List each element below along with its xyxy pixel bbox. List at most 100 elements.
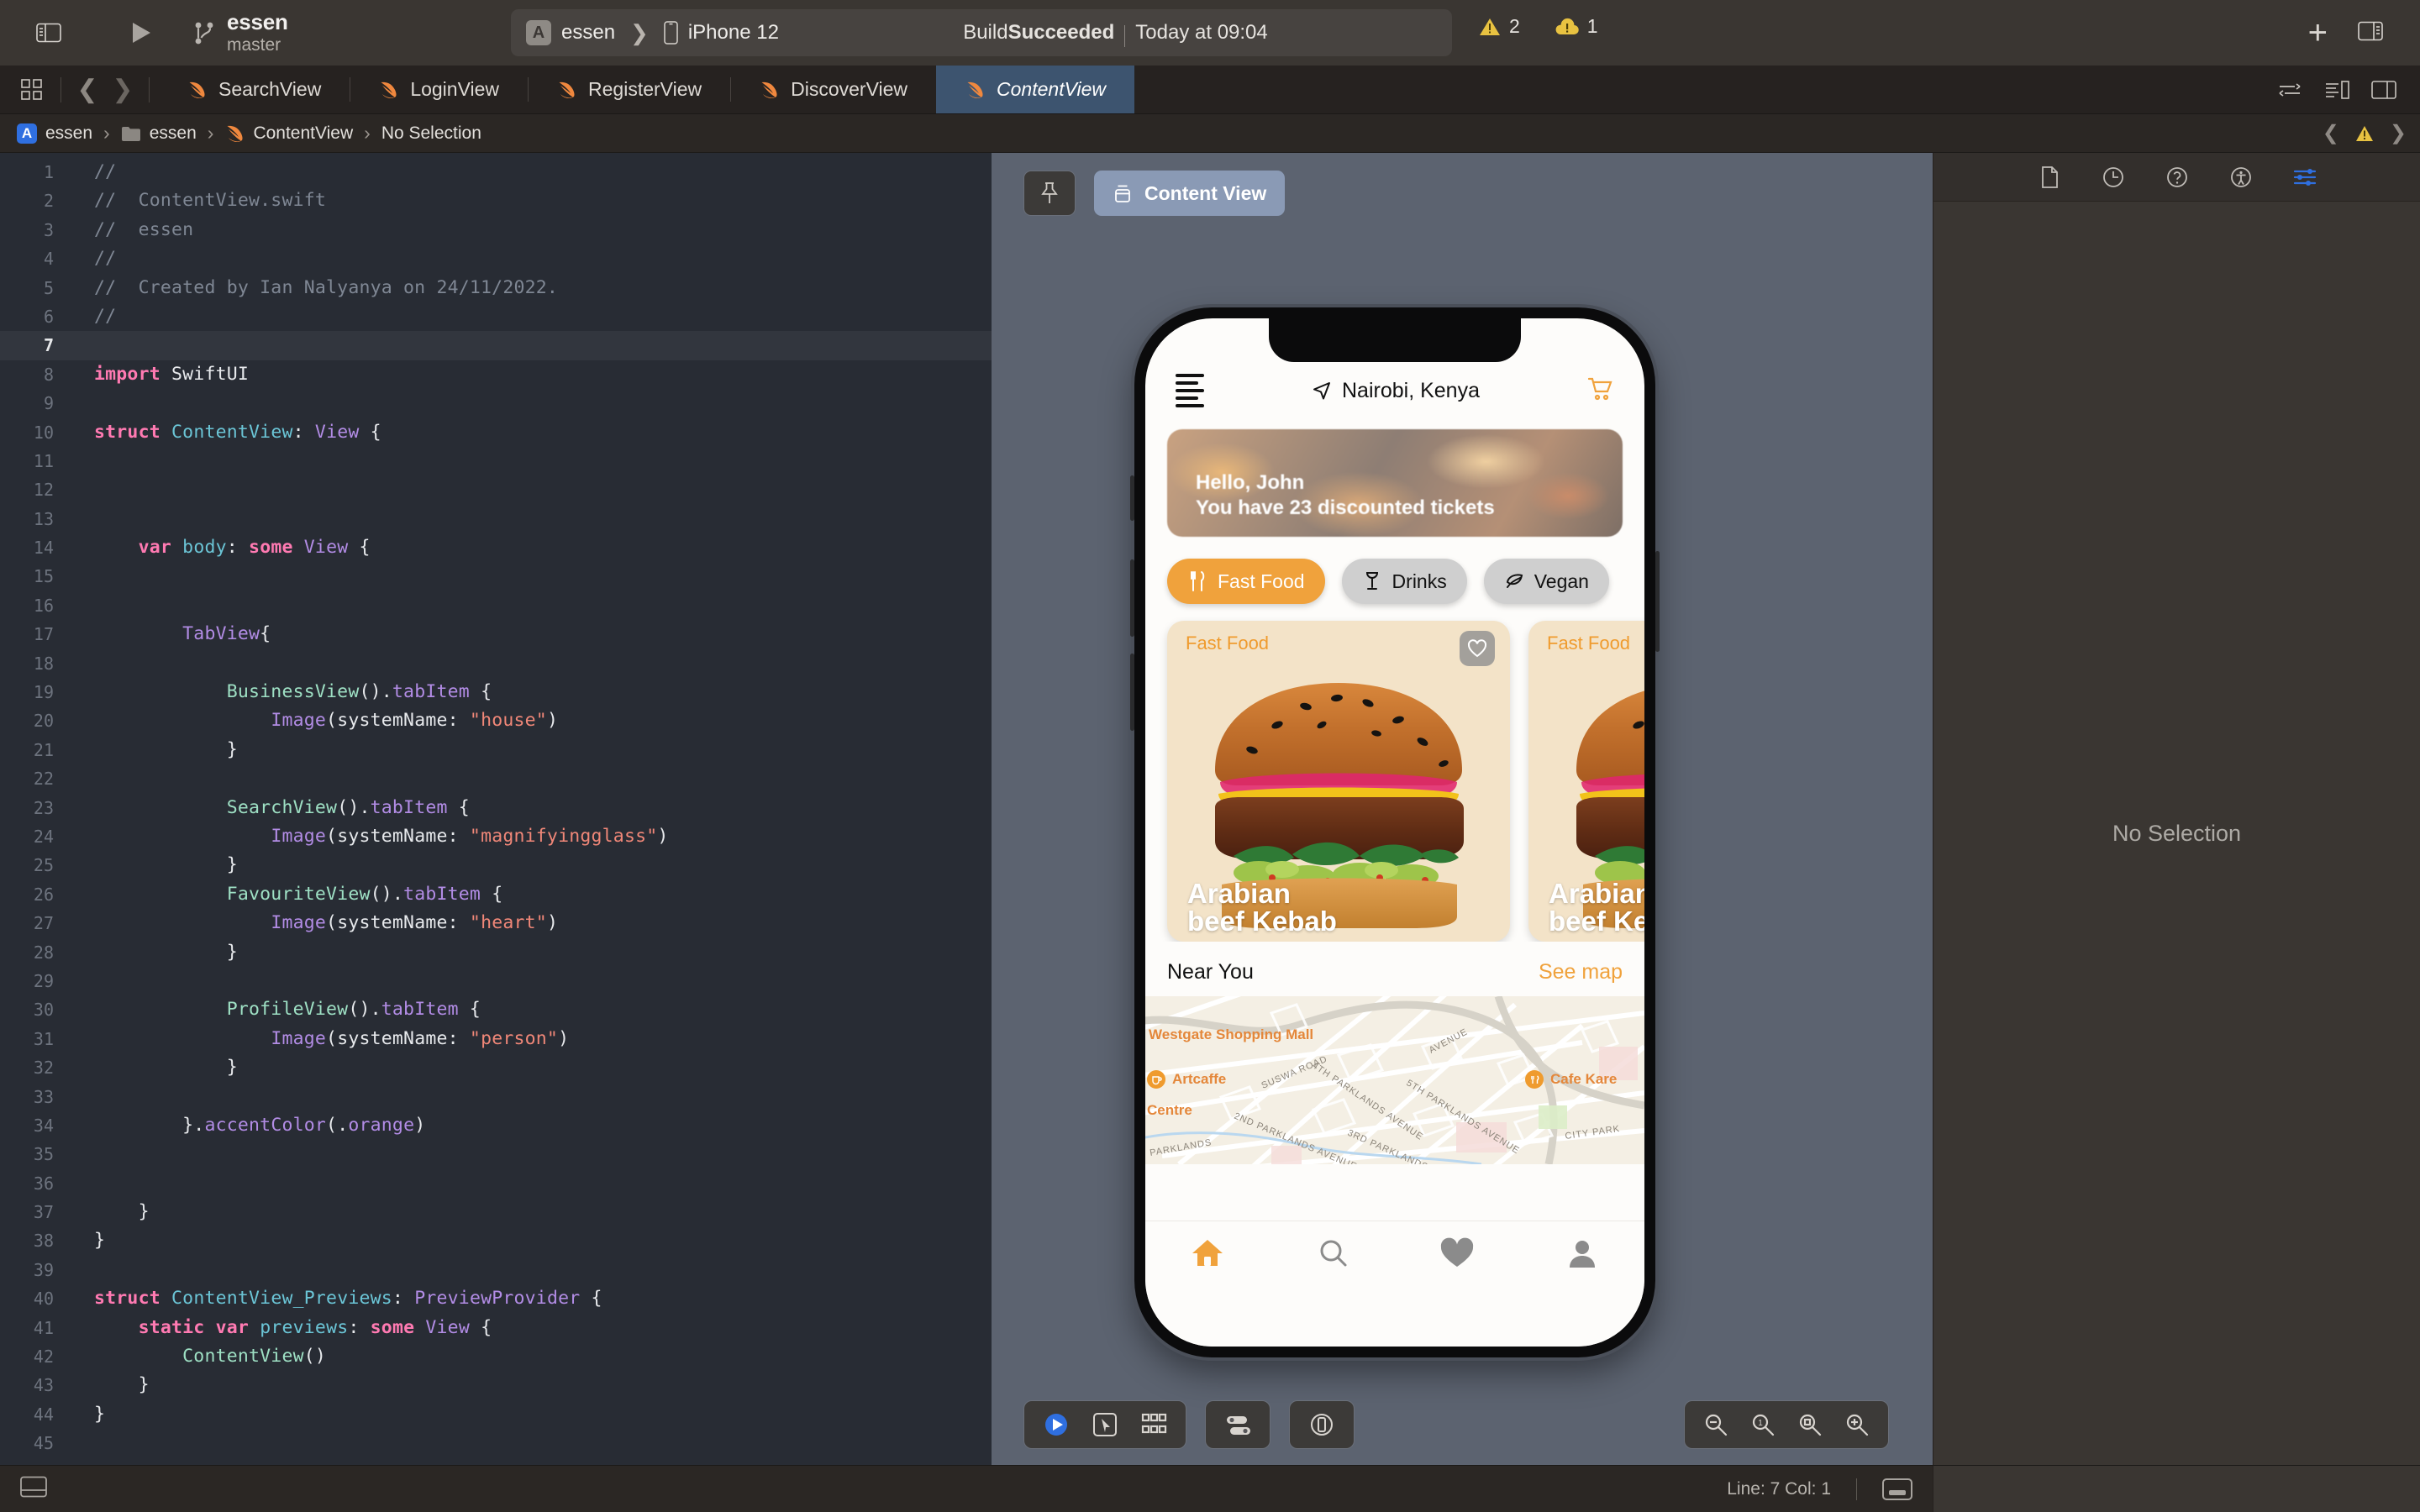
code-line[interactable]: 5 // Created by Ian Nalyanya on 24/11/202… xyxy=(0,274,992,302)
zoom-in-icon[interactable] xyxy=(1844,1412,1870,1437)
code-line[interactable]: 2 // ContentView.swift xyxy=(0,186,992,215)
attributes-inspector-icon[interactable] xyxy=(2292,165,2317,190)
code-line[interactable]: 6 // xyxy=(0,302,992,331)
code-line[interactable]: 13 xyxy=(0,505,992,533)
food-card-list[interactable]: Fast Food Arabian beef Kebab Fast Food A… xyxy=(1145,604,1644,942)
map-poi-westgate[interactable]: Westgate Shopping Mall xyxy=(1149,1026,1313,1043)
warning-triangle-icon[interactable] xyxy=(2354,124,2375,143)
editor-tab-contentview[interactable]: ContentView xyxy=(936,66,1135,113)
map-poi-cafe-kare[interactable]: Cafe Kare xyxy=(1525,1070,1617,1089)
editor-tab-discoverview[interactable]: DiscoverView xyxy=(730,66,936,113)
code-line[interactable]: 8 import SwiftUI xyxy=(0,360,992,389)
accessibility-inspector-icon[interactable] xyxy=(2228,165,2254,190)
code-line[interactable]: 15 xyxy=(0,562,992,591)
map-preview[interactable]: SUSWA ROAD 4TH PARKLANDS AVENUE 5TH PARK… xyxy=(1145,996,1644,1164)
food-card[interactable]: Fast Food xyxy=(1528,621,1644,942)
breadcrumb-item-file[interactable]: ContentView xyxy=(219,123,358,144)
code-line[interactable]: 1 // xyxy=(0,158,992,186)
zoom-actual-size-icon[interactable]: 1 xyxy=(1750,1412,1776,1437)
adjust-editor-icon[interactable] xyxy=(2269,71,2311,108)
issue-counter[interactable]: 1 xyxy=(1555,15,1598,38)
build-status[interactable]: Build Succeeded Today at 09:04 xyxy=(779,21,1452,47)
pin-preview-button[interactable] xyxy=(1023,171,1076,216)
device-settings-icon[interactable] xyxy=(1224,1411,1251,1438)
code-line[interactable]: 34 }.accentColor(.orange) xyxy=(0,1111,992,1140)
code-line[interactable]: 23 SearchView().tabItem { xyxy=(0,794,992,822)
zoom-to-fit-icon[interactable] xyxy=(1797,1412,1823,1437)
breadcrumb-item-selection[interactable]: No Selection xyxy=(376,123,487,144)
scheme-branch-group[interactable]: essen master xyxy=(193,10,288,55)
promo-banner[interactable]: Hello, John You have 23 discounted ticke… xyxy=(1167,429,1623,537)
code-line[interactable]: 39 xyxy=(0,1256,992,1284)
code-line[interactable]: 16 xyxy=(0,591,992,620)
code-line[interactable]: 37 } xyxy=(0,1198,992,1226)
minimap-icon[interactable] xyxy=(2316,71,2358,108)
device-preview-iphone[interactable]: Nairobi, Kenya Hello, John You have 23 d… xyxy=(1130,307,1660,1357)
code-lines[interactable]: 1 // 2 // ContentView.swift 3 // essen 4 // 5 // … xyxy=(0,153,992,1458)
navigate-back-icon[interactable]: ❮ xyxy=(70,75,105,104)
code-line[interactable]: 11 xyxy=(0,447,992,475)
breadcrumb-item-folder[interactable]: essen xyxy=(116,123,202,144)
navigate-forward-icon[interactable]: ❯ xyxy=(105,75,140,104)
device-screen[interactable]: Nairobi, Kenya Hello, John You have 23 d… xyxy=(1145,318,1644,1347)
code-line[interactable]: 38} xyxy=(0,1226,992,1255)
code-line[interactable]: 29 xyxy=(0,967,992,995)
keyboard-icon[interactable] xyxy=(1882,1478,1912,1500)
add-editor-icon[interactable] xyxy=(2363,71,2405,108)
code-line[interactable]: 18 xyxy=(0,649,992,678)
code-line[interactable]: 35 xyxy=(0,1140,992,1168)
code-line[interactable]: 10 struct ContentView: View { xyxy=(0,418,992,447)
code-line[interactable]: 44} xyxy=(0,1400,992,1429)
code-line[interactable]: 17 TabView{ xyxy=(0,620,992,648)
location-display[interactable]: Nairobi, Kenya xyxy=(1312,379,1480,403)
editor-tab-searchview[interactable]: SearchView xyxy=(158,66,350,113)
console-toggle[interactable] xyxy=(0,1476,47,1502)
quick-help-icon[interactable] xyxy=(2165,165,2190,190)
variants-grid-icon[interactable] xyxy=(1140,1411,1167,1438)
map-poi-centre[interactable]: Centre xyxy=(1147,1102,1192,1119)
editor-tab-loginview[interactable]: LoginView xyxy=(350,66,528,113)
code-line[interactable]: 19 BusinessView().tabItem { xyxy=(0,678,992,706)
code-line[interactable]: 27 Image(systemName: "heart") xyxy=(0,909,992,937)
code-line[interactable]: 7 xyxy=(0,331,992,360)
code-line[interactable]: 31 Image(systemName: "person") xyxy=(0,1025,992,1053)
tab-profile[interactable] xyxy=(1520,1236,1645,1270)
map-poi-artcaffe[interactable]: Artcaffe xyxy=(1147,1070,1226,1089)
code-line[interactable]: 45 xyxy=(0,1429,992,1457)
issue-prev-icon[interactable]: ❮ xyxy=(2323,121,2339,145)
history-inspector-icon[interactable] xyxy=(2101,165,2126,190)
scheme-destination-pill[interactable]: A essen ❯ iPhone 12 Build Succeeded Today… xyxy=(511,9,1452,56)
code-line[interactable]: 43 } xyxy=(0,1371,992,1399)
selectable-pointer-icon[interactable] xyxy=(1092,1411,1118,1438)
source-editor[interactable]: 1 // 2 // ContentView.swift 3 // essen 4 // 5 // … xyxy=(0,153,992,1465)
device-bezel-icon[interactable] xyxy=(1308,1411,1335,1438)
code-line[interactable]: 21 } xyxy=(0,736,992,764)
code-line[interactable]: 3 // essen xyxy=(0,216,992,244)
sidebar-right-toggle-icon[interactable] xyxy=(2358,21,2383,45)
breadcrumb-item-project[interactable]: A essen xyxy=(12,123,97,144)
zoom-out-icon[interactable] xyxy=(1703,1412,1728,1437)
category-chip-fast-food[interactable]: Fast Food xyxy=(1167,559,1325,604)
code-line[interactable]: 9 xyxy=(0,389,992,417)
code-line[interactable]: 26 FavouriteView().tabItem { xyxy=(0,880,992,909)
code-line[interactable]: 24 Image(systemName: "magnifyingglass") xyxy=(0,822,992,851)
warning-counter[interactable]: 2 xyxy=(1479,15,1520,38)
run-button[interactable] xyxy=(118,13,165,53)
file-inspector-icon[interactable] xyxy=(2037,165,2062,190)
code-line[interactable]: 36 xyxy=(0,1169,992,1198)
code-line[interactable]: 42 ContentView() xyxy=(0,1342,992,1371)
code-line[interactable]: 20 Image(systemName: "house") xyxy=(0,706,992,735)
category-chip-vegan[interactable]: Vegan xyxy=(1483,559,1609,604)
favorite-button[interactable] xyxy=(1460,631,1495,666)
issue-next-icon[interactable]: ❯ xyxy=(2390,121,2407,145)
add-button[interactable]: + xyxy=(2308,16,2328,50)
sidebar-left-toggle-icon[interactable] xyxy=(25,13,72,53)
code-line[interactable]: 12 xyxy=(0,475,992,504)
menu-icon[interactable] xyxy=(1176,374,1204,407)
code-line[interactable]: 4 // xyxy=(0,244,992,273)
category-chip-drinks[interactable]: Drinks xyxy=(1341,559,1467,604)
code-line[interactable]: 33 xyxy=(0,1083,992,1111)
code-line[interactable]: 28 } xyxy=(0,938,992,967)
tab-search[interactable] xyxy=(1270,1236,1396,1270)
see-map-link[interactable]: See map xyxy=(1539,960,1623,984)
